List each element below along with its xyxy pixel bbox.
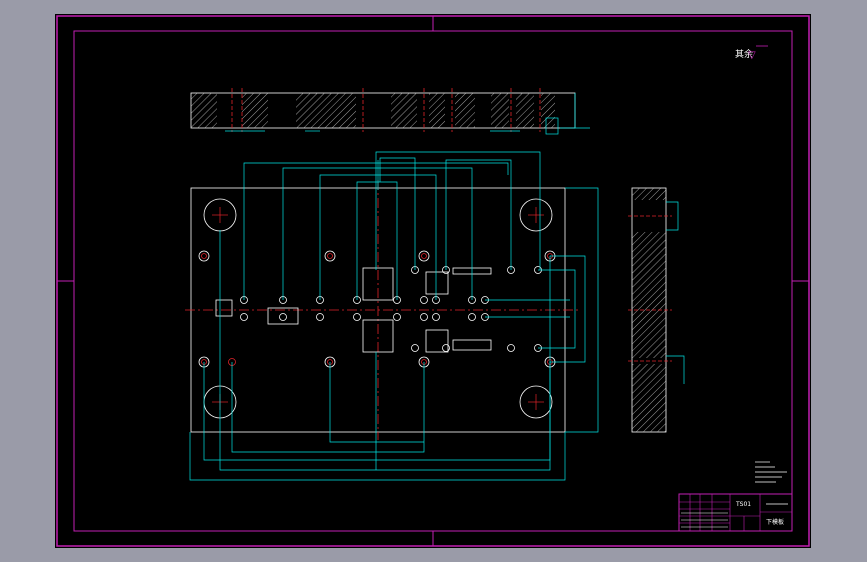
part-name: 下模板 [766,518,784,526]
cad-viewport[interactable]: 其余 ▽ TS01 下模板 [0,0,867,562]
drawing-number: TS01 [735,501,751,508]
roughness-symbol-icon: ▽ [748,50,756,61]
